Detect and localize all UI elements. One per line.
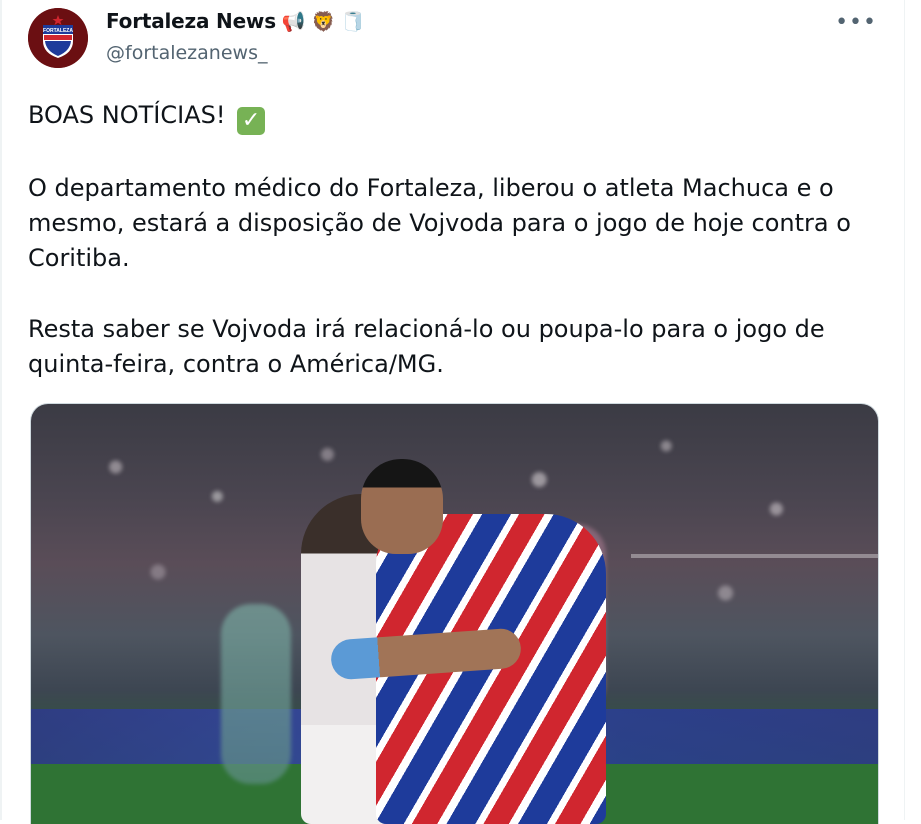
tweet-body: BOAS NOTÍCIAS! ✓ O departamento médico d… — [28, 98, 868, 418]
tweet-paragraph: Resta saber se Vojvoda irá relacioná-lo … — [28, 315, 825, 378]
more-options-icon[interactable]: ••• — [835, 10, 877, 35]
avatar[interactable]: FORTALEZA — [28, 8, 88, 68]
author-name-row: Fortaleza News 📢 🦁 🧻 — [106, 9, 365, 33]
megaphone-emoji: 📢 — [281, 10, 306, 33]
check-mark-icon: ✓ — [237, 107, 266, 135]
main-player-head — [361, 459, 443, 554]
left-border — [0, 0, 2, 820]
scroll-emoji: 🧻 — [341, 10, 365, 33]
goalkeeper-figure — [221, 604, 291, 784]
tweet-paragraph: O departamento médico do Fortaleza, libe… — [28, 174, 851, 272]
user-handle[interactable]: @fortalezanews_ — [106, 42, 267, 64]
tweet-paragraph: BOAS NOTÍCIAS! ✓ — [28, 98, 868, 135]
goal-net — [631, 554, 878, 698]
lion-emoji: 🦁 — [311, 10, 336, 33]
svg-text:FORTALEZA: FORTALEZA — [43, 28, 73, 34]
tweet-headline: BOAS NOTÍCIAS! — [28, 101, 226, 129]
display-name[interactable]: Fortaleza News — [106, 9, 276, 33]
fortaleza-crest-icon: FORTALEZA — [28, 8, 88, 68]
tweet-photo[interactable] — [30, 403, 879, 824]
right-border — [904, 0, 905, 820]
